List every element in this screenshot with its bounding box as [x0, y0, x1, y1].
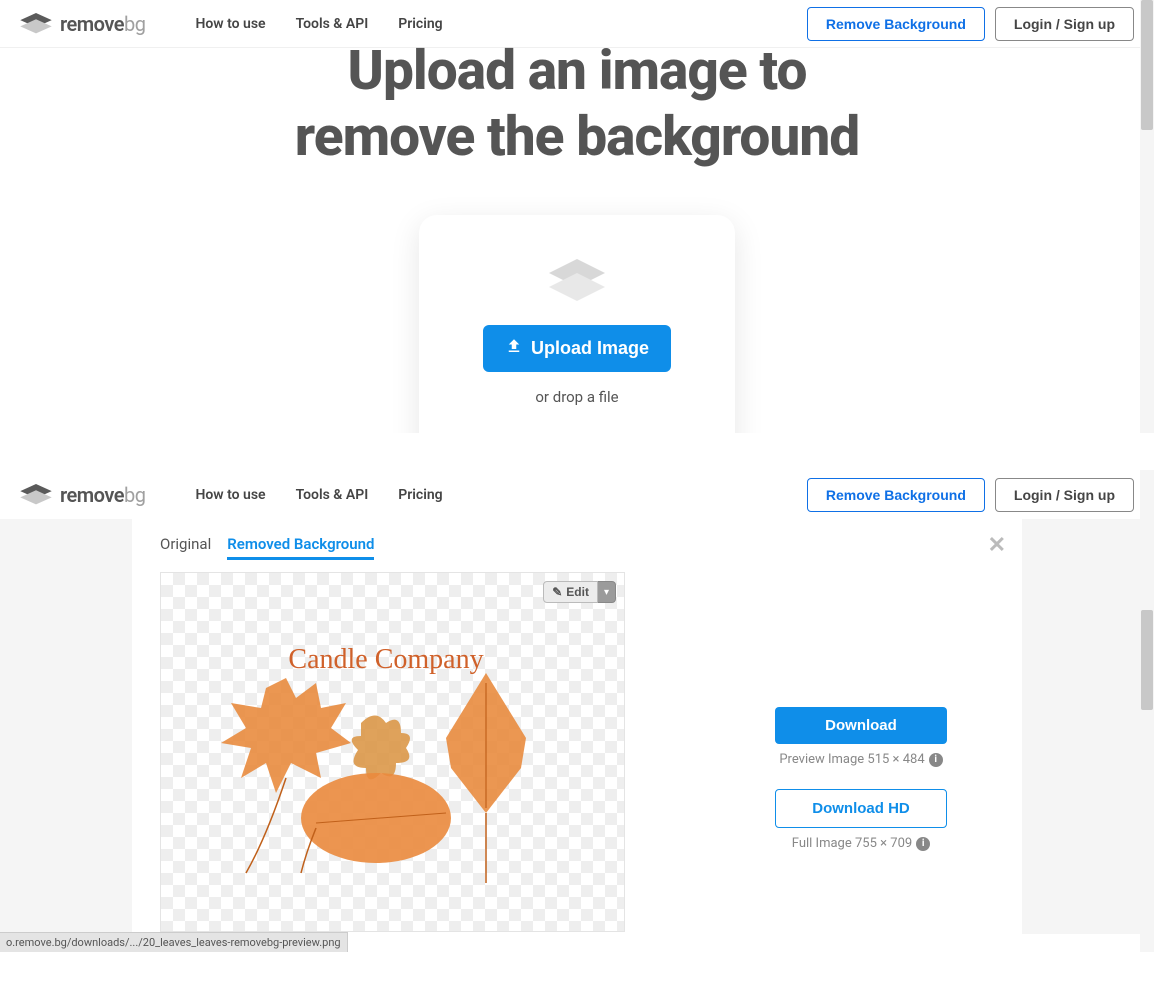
- result-modal: ✕ Original Removed Background ✎ Edit ▾: [132, 519, 1022, 934]
- tab-removed-background[interactable]: Removed Background: [227, 535, 374, 560]
- remove-background-button[interactable]: Remove Background: [807, 7, 985, 41]
- login-signup-button[interactable]: Login / Sign up: [995, 478, 1134, 512]
- stack-logo-icon: [20, 13, 52, 35]
- nav-how-to-use[interactable]: How to use: [195, 16, 265, 32]
- upload-stack-icon: [545, 255, 609, 305]
- nav-how-to-use[interactable]: How to use: [195, 487, 265, 503]
- download-column: Download Preview Image 515 × 484 i Downl…: [775, 572, 947, 932]
- full-size-text: Full Image 755 × 709 i: [775, 836, 947, 851]
- stack-logo-icon: [20, 484, 52, 506]
- result-row: ✎ Edit ▾ Candle Company: [160, 572, 994, 932]
- panel-divider: [0, 433, 1154, 470]
- upload-icon: [505, 337, 523, 360]
- nav: How to use Tools & API Pricing: [195, 487, 442, 503]
- logo[interactable]: removebg: [20, 483, 145, 507]
- upload-card: Upload Image or drop a file Paste image …: [419, 215, 735, 433]
- download-hd-button[interactable]: Download HD: [775, 789, 947, 828]
- nav-pricing[interactable]: Pricing: [398, 487, 442, 503]
- content-area: ✕ Original Removed Background ✎ Edit ▾: [0, 519, 1154, 934]
- hero-title: Upload an image toremove the background: [0, 38, 1154, 170]
- scrollbar-thumb[interactable]: [1141, 610, 1153, 710]
- header-right: Remove Background Login / Sign up: [807, 7, 1134, 41]
- logo-text: removebg: [60, 483, 145, 507]
- upload-image-button[interactable]: Upload Image: [483, 325, 671, 372]
- drop-file-text: or drop a file: [449, 388, 705, 406]
- download-button[interactable]: Download: [775, 707, 947, 744]
- preview-size-text: Preview Image 515 × 484 i: [775, 752, 947, 767]
- tab-original[interactable]: Original: [160, 535, 211, 560]
- edit-dropdown[interactable]: ▾: [598, 581, 616, 603]
- edit-button-group: ✎ Edit ▾: [543, 581, 616, 603]
- image-caption-text: Candle Company: [288, 644, 483, 675]
- preview-image: ✎ Edit ▾ Candle Company: [160, 572, 625, 932]
- logo-text: removebg: [60, 12, 145, 36]
- browser-statusbar: o.remove.bg/downloads/.../20_leaves_leav…: [0, 932, 348, 952]
- tabs: Original Removed Background: [160, 535, 994, 560]
- remove-background-button[interactable]: Remove Background: [807, 478, 985, 512]
- close-icon[interactable]: ✕: [988, 533, 1006, 558]
- header-right: Remove Background Login / Sign up: [807, 478, 1134, 512]
- info-icon[interactable]: i: [916, 837, 930, 851]
- result-page-panel: removebg How to use Tools & API Pricing …: [0, 470, 1154, 952]
- nav-tools-api[interactable]: Tools & API: [296, 16, 369, 32]
- scrollbar[interactable]: [1140, 470, 1154, 952]
- pencil-icon: ✎: [552, 585, 562, 599]
- result-image-content: Candle Company: [186, 628, 586, 908]
- scrollbar-thumb[interactable]: [1141, 0, 1153, 130]
- header: removebg How to use Tools & API Pricing …: [0, 470, 1154, 519]
- nav: How to use Tools & API Pricing: [195, 16, 442, 32]
- edit-button[interactable]: ✎ Edit: [543, 581, 598, 603]
- nav-pricing[interactable]: Pricing: [398, 16, 442, 32]
- logo[interactable]: removebg: [20, 12, 145, 36]
- nav-tools-api[interactable]: Tools & API: [296, 487, 369, 503]
- upload-page-panel: removebg How to use Tools & API Pricing …: [0, 0, 1154, 433]
- scrollbar[interactable]: [1140, 0, 1154, 433]
- login-signup-button[interactable]: Login / Sign up: [995, 7, 1134, 41]
- info-icon[interactable]: i: [929, 753, 943, 767]
